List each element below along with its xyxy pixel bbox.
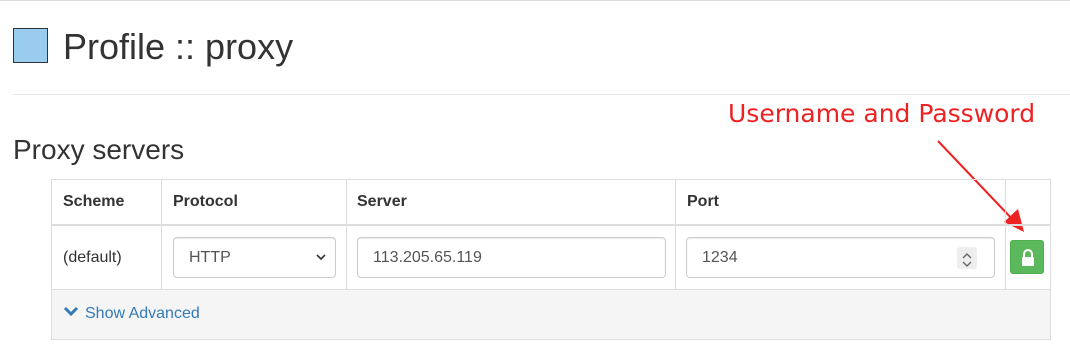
column-header-port: Port: [687, 193, 719, 210]
table-row: (default) HTTP 113.205.65.119 1234: [52, 226, 1050, 290]
lock-icon: [1022, 249, 1034, 266]
page-title: Profile :: proxy: [63, 26, 294, 67]
chevron-down-icon: [63, 306, 79, 317]
column-divider: [1005, 180, 1006, 290]
column-divider: [346, 180, 347, 290]
protocol-select-value: HTTP: [189, 249, 231, 266]
chevron-down-icon: [316, 254, 326, 261]
server-input[interactable]: 113.205.65.119: [357, 237, 666, 278]
title-divider: [13, 94, 1070, 95]
port-input-value: 1234: [702, 249, 738, 266]
section-heading: Proxy servers: [13, 134, 185, 165]
column-divider: [161, 180, 162, 290]
top-divider: [0, 0, 1070, 1]
show-advanced-link[interactable]: Show Advanced: [63, 304, 200, 324]
column-header-scheme: Scheme: [63, 193, 125, 210]
auth-credentials-button[interactable]: [1010, 240, 1044, 274]
show-advanced-label: Show Advanced: [85, 305, 200, 322]
protocol-select[interactable]: HTTP: [173, 237, 336, 278]
port-spinner[interactable]: [957, 247, 977, 269]
server-input-value: 113.205.65.119: [373, 249, 482, 266]
proxy-servers-table: Scheme Protocol Server Port (default) HT…: [51, 179, 1051, 340]
profile-color-swatch: [13, 28, 48, 63]
scheme-cell: (default): [63, 249, 122, 266]
column-header-server: Server: [357, 193, 407, 210]
annotation-label: Username and Password: [728, 99, 1036, 128]
table-header-row: Scheme Protocol Server Port: [52, 180, 1050, 226]
column-header-protocol: Protocol: [173, 193, 238, 210]
port-input[interactable]: 1234: [686, 237, 995, 278]
column-divider: [675, 180, 676, 290]
spinner-icon: [962, 253, 972, 267]
table-footer-row: Show Advanced: [52, 290, 1050, 339]
